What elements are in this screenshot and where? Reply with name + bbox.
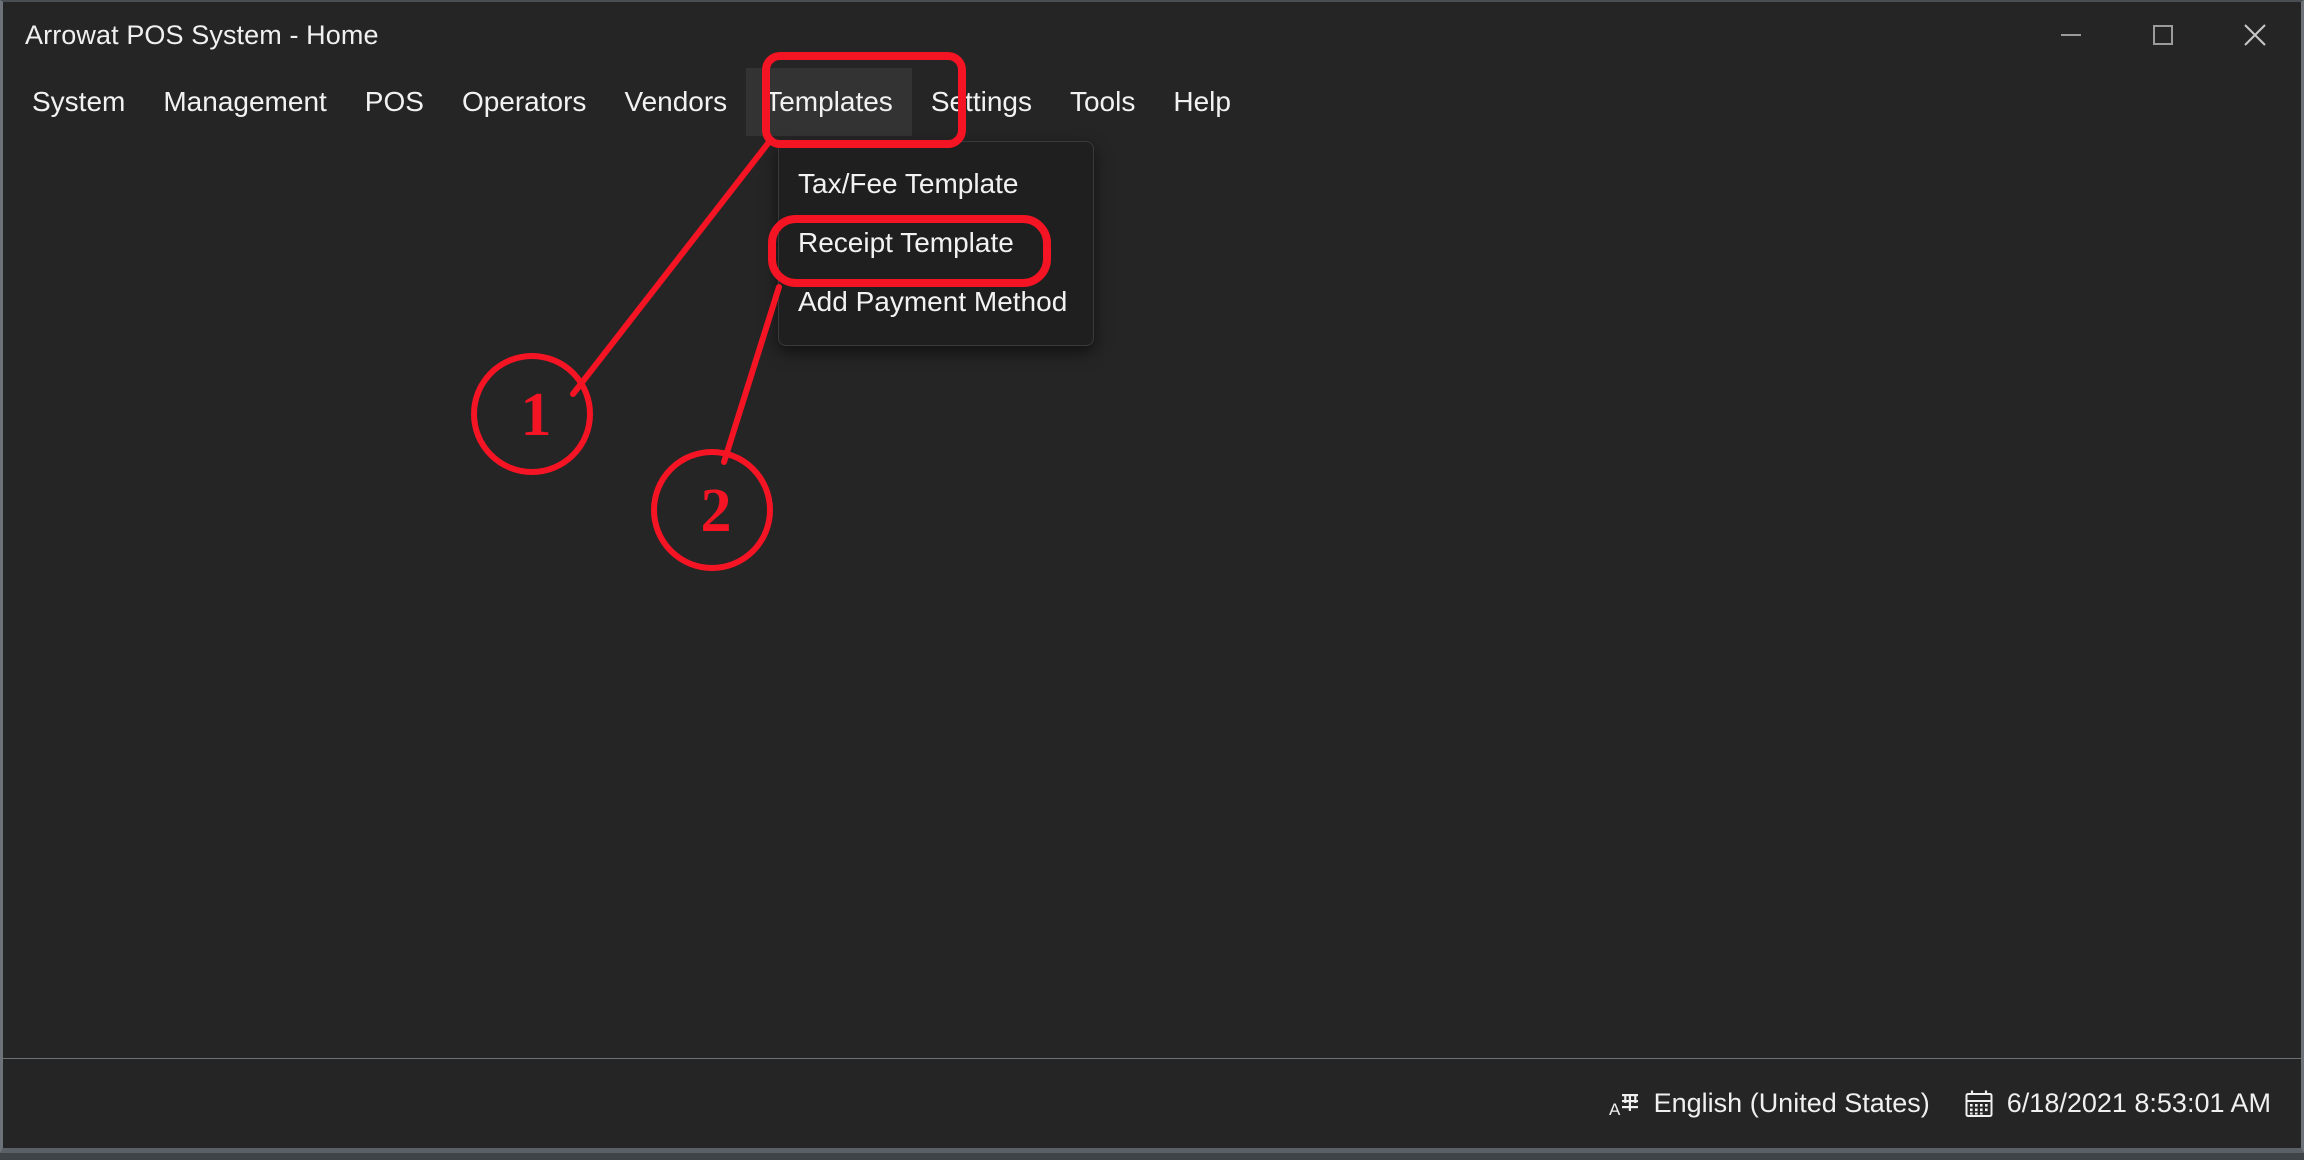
language-label: English (United States) <box>1653 1088 1930 1118</box>
menu-item-tools[interactable]: Tools <box>1051 68 1154 136</box>
ime-language-icon: A <box>1609 1088 1641 1120</box>
dropdown-item-add-payment-method[interactable]: Add Payment Method <box>779 272 1093 331</box>
language-indicator[interactable]: A English (United States) <box>1609 1088 1930 1120</box>
close-button[interactable] <box>2209 2 2301 68</box>
maximize-icon <box>2153 25 2173 45</box>
window-controls <box>2025 2 2301 68</box>
status-bar: A English (United States) 6/18/2021 8:53… <box>3 1058 2301 1148</box>
menu-item-operators[interactable]: Operators <box>443 68 606 136</box>
client-area <box>3 136 2301 1053</box>
title-bar: Arrowat POS System - Home <box>3 2 2301 68</box>
menu-item-settings[interactable]: Settings <box>912 68 1051 136</box>
menu-item-system[interactable]: System <box>13 68 144 136</box>
menu-item-help[interactable]: Help <box>1154 68 1250 136</box>
menu-item-templates[interactable]: Templates <box>746 68 912 136</box>
dropdown-item-tax-fee-template[interactable]: Tax/Fee Template <box>779 154 1093 213</box>
window-title: Arrowat POS System - Home <box>25 19 379 50</box>
menu-item-management[interactable]: Management <box>144 68 345 136</box>
menu-item-vendors[interactable]: Vendors <box>605 68 746 136</box>
calendar-icon <box>1964 1089 1994 1119</box>
datetime-label: 6/18/2021 8:53:01 AM <box>2006 1088 2271 1118</box>
maximize-button[interactable] <box>2117 2 2209 68</box>
application-window: Arrowat POS System - Home System Managem… <box>0 0 2304 1153</box>
datetime-indicator[interactable]: 6/18/2021 8:53:01 AM <box>1964 1088 2271 1119</box>
menu-item-pos[interactable]: POS <box>346 68 443 136</box>
menu-bar: System Management POS Operators Vendors … <box>3 68 2301 136</box>
templates-dropdown-menu: Tax/Fee Template Receipt Template Add Pa… <box>778 141 1094 346</box>
dropdown-item-receipt-template[interactable]: Receipt Template <box>779 213 1093 272</box>
minimize-button[interactable] <box>2025 2 2117 68</box>
minimize-icon <box>2061 34 2081 36</box>
close-icon <box>2244 24 2266 46</box>
svg-text:A: A <box>1609 1100 1621 1119</box>
